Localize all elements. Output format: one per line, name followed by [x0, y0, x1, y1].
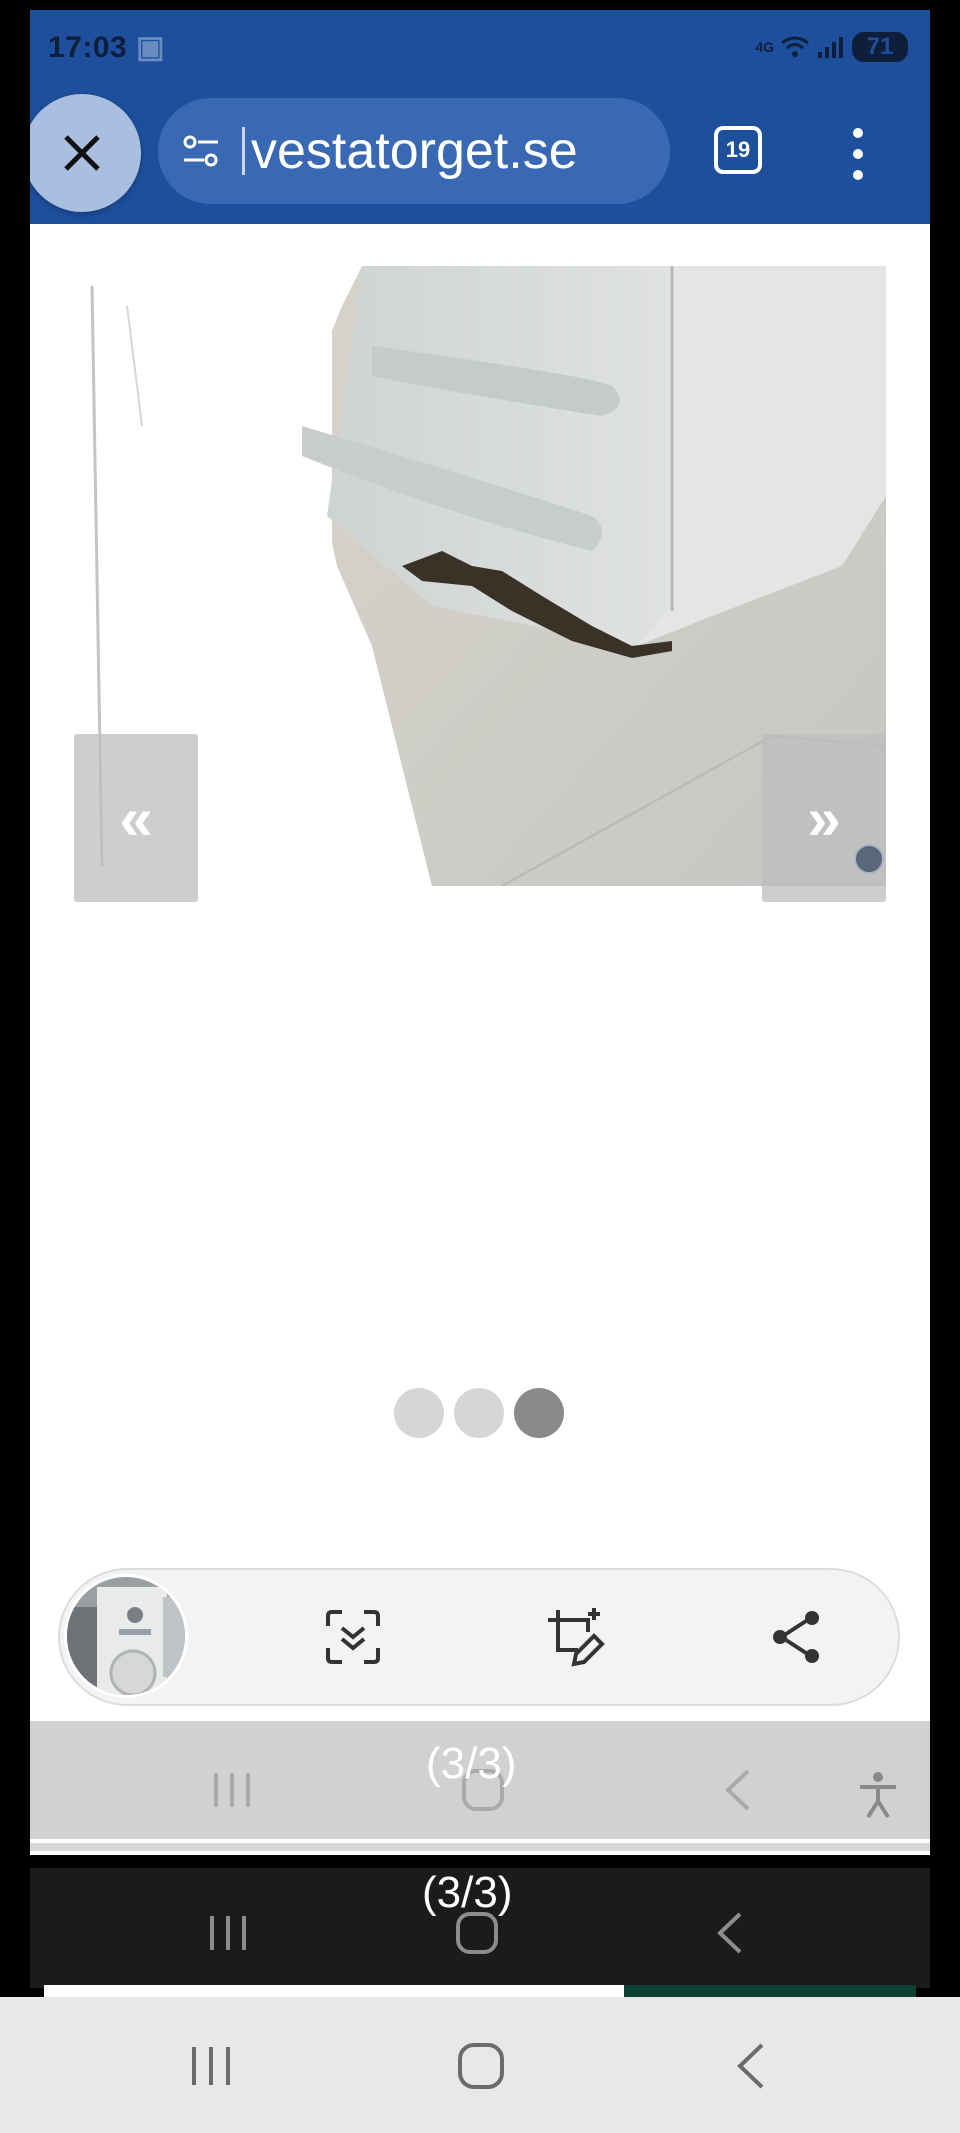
tab-switcher-button[interactable]: 19: [714, 126, 762, 174]
close-icon: [64, 135, 100, 171]
screenshot-action-bar: [58, 1568, 900, 1706]
wifi-icon: [781, 36, 809, 57]
chevrons-right-icon: »: [807, 784, 841, 852]
network-label: 4G: [755, 39, 774, 55]
crop-edit-icon[interactable]: [544, 1606, 606, 1668]
share-icon[interactable]: [766, 1606, 828, 1668]
scan-icon[interactable]: [322, 1606, 384, 1668]
close-button[interactable]: [30, 94, 141, 212]
status-icons: 4G 71: [755, 32, 908, 62]
accessibility-icon[interactable]: [858, 1771, 898, 1819]
image-gallery: « »: [72, 266, 886, 902]
pagination-dot-2[interactable]: [454, 1388, 504, 1438]
recents-icon-dark[interactable]: [206, 1910, 250, 1954]
system-recents-icon[interactable]: [188, 2043, 234, 2089]
next-image-button[interactable]: »: [762, 734, 886, 902]
system-navigation-bar: [0, 1997, 960, 2133]
status-time: 17:03 ▣: [48, 31, 165, 64]
previous-image-button[interactable]: «: [74, 734, 198, 902]
browser-toolbar: 17:03 ▣ 4G 71 vestatorget.se 19: [30, 10, 930, 224]
dark-nav-strip: (3/3): [30, 1868, 930, 1988]
phone-screenshot: 17:03 ▣ 4G 71 vestatorget.se 19 « » (3/3…: [0, 0, 960, 2133]
image-options-icon[interactable]: [854, 844, 884, 874]
gallery-pagination: [394, 1388, 564, 1438]
text-cursor: [242, 127, 245, 175]
more-vert-icon[interactable]: [848, 128, 868, 180]
back-icon-dark[interactable]: [712, 1910, 748, 1956]
progress-track: [44, 1985, 624, 1997]
screenshot-thumbnail[interactable]: [64, 1574, 188, 1698]
tune-icon[interactable]: [180, 130, 222, 172]
browser-screen: 17:03 ▣ 4G 71 vestatorget.se 19 « » (3/3…: [30, 10, 930, 1855]
pagination-dot-3[interactable]: [514, 1388, 564, 1438]
image-counter-top: (3/3): [426, 1739, 517, 1788]
signal-icon: [818, 37, 843, 58]
url-text[interactable]: vestatorget.se: [251, 121, 578, 181]
battery-indicator: 71: [852, 32, 908, 62]
back-icon[interactable]: [720, 1767, 756, 1813]
chevrons-left-icon: «: [119, 784, 153, 852]
divider: [30, 1843, 930, 1851]
address-bar[interactable]: vestatorget.se: [158, 98, 670, 204]
system-back-icon[interactable]: [732, 2041, 770, 2091]
notification-icon: ▣: [136, 31, 165, 64]
image-counter-bottom: (3/3): [422, 1868, 513, 1917]
system-home-icon[interactable]: [456, 2041, 506, 2091]
recents-icon[interactable]: [210, 1767, 254, 1811]
pagination-dot-1[interactable]: [394, 1388, 444, 1438]
progress-accent: [624, 1985, 916, 1997]
